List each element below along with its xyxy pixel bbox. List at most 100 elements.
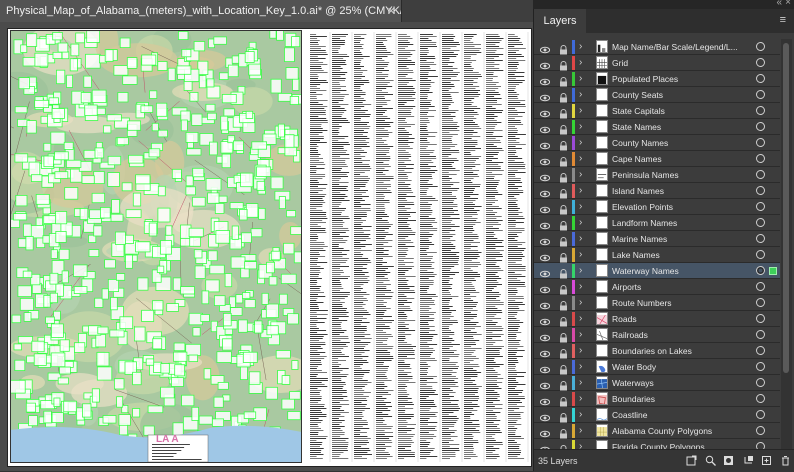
- layer-row[interactable]: ›Landform Names: [534, 215, 780, 231]
- visibility-eye-icon[interactable]: [540, 218, 550, 228]
- layer-name[interactable]: Peninsula Names: [612, 167, 752, 183]
- layer-name[interactable]: Island Names: [612, 183, 752, 199]
- target-circle-icon[interactable]: [756, 234, 765, 243]
- lock-icon[interactable]: [559, 362, 568, 372]
- layer-row[interactable]: › Marine Names: [534, 231, 780, 247]
- visibility-eye-icon[interactable]: [540, 282, 550, 292]
- lock-icon[interactable]: [559, 378, 568, 388]
- target-circle-icon[interactable]: [756, 298, 765, 307]
- layer-row[interactable]: › County Seats: [534, 87, 780, 103]
- expand-chevron-icon[interactable]: ›: [579, 424, 582, 438]
- lock-icon[interactable]: [559, 410, 568, 420]
- layer-name[interactable]: Coastline: [612, 407, 752, 423]
- expand-chevron-icon[interactable]: ›: [579, 40, 582, 54]
- lock-icon[interactable]: [559, 314, 568, 324]
- layer-row[interactable]: ›State Capitals: [534, 103, 780, 119]
- lock-icon[interactable]: [559, 154, 568, 164]
- layer-row[interactable]: ›Railroads: [534, 327, 780, 343]
- close-document-icon[interactable]: ×: [387, 0, 395, 22]
- target-circle-icon[interactable]: [756, 410, 765, 419]
- new-layer-icon[interactable]: [761, 455, 772, 466]
- visibility-eye-icon[interactable]: [540, 394, 550, 404]
- target-circle-icon[interactable]: [756, 330, 765, 339]
- visibility-eye-icon[interactable]: [540, 234, 550, 244]
- new-sublayer-icon[interactable]: [743, 455, 754, 466]
- lock-icon[interactable]: [559, 106, 568, 116]
- visibility-eye-icon[interactable]: [540, 298, 550, 308]
- target-circle-icon[interactable]: [756, 186, 765, 195]
- layer-name[interactable]: County Seats: [612, 87, 752, 103]
- layer-list-scrollbar[interactable]: [781, 39, 792, 454]
- expand-chevron-icon[interactable]: ›: [579, 248, 582, 262]
- target-circle-icon[interactable]: [756, 362, 765, 371]
- layer-name[interactable]: Elevation Points: [612, 199, 752, 215]
- layer-row[interactable]: ›Lake Names: [534, 247, 780, 263]
- layer-row[interactable]: ›Alabama County Polygons: [534, 423, 780, 439]
- expand-chevron-icon[interactable]: ›: [579, 232, 582, 246]
- visibility-eye-icon[interactable]: [540, 74, 550, 84]
- target-circle-icon[interactable]: [756, 426, 765, 435]
- layer-row[interactable]: ›Roads: [534, 311, 780, 327]
- lock-icon[interactable]: [559, 138, 568, 148]
- layer-row[interactable]: ›Boundaries: [534, 391, 780, 407]
- layer-row[interactable]: ›Elevation Points: [534, 199, 780, 215]
- target-circle-icon[interactable]: [756, 266, 765, 275]
- expand-chevron-icon[interactable]: ›: [579, 88, 582, 102]
- expand-chevron-icon[interactable]: ›: [579, 328, 582, 342]
- visibility-eye-icon[interactable]: [540, 170, 550, 180]
- visibility-eye-icon[interactable]: [540, 138, 550, 148]
- lock-icon[interactable]: [559, 330, 568, 340]
- expand-chevron-icon[interactable]: ›: [579, 168, 582, 182]
- document-tab[interactable]: Physical_Map_of_Alabama_(meters)_with_Lo…: [0, 0, 402, 22]
- visibility-eye-icon[interactable]: [540, 314, 550, 324]
- visibility-eye-icon[interactable]: [540, 250, 550, 260]
- make-clipping-mask-icon[interactable]: [723, 455, 734, 466]
- visibility-eye-icon[interactable]: [540, 42, 550, 52]
- target-circle-icon[interactable]: [756, 138, 765, 147]
- collect-for-export-icon[interactable]: [686, 455, 697, 466]
- lock-icon[interactable]: [559, 186, 568, 196]
- target-circle-icon[interactable]: [756, 154, 765, 163]
- layer-name[interactable]: Waterway Names: [612, 263, 752, 279]
- expand-chevron-icon[interactable]: ›: [579, 184, 582, 198]
- expand-chevron-icon[interactable]: ›: [579, 56, 582, 70]
- layer-name[interactable]: Waterways: [612, 375, 752, 391]
- target-circle-icon[interactable]: [756, 314, 765, 323]
- visibility-eye-icon[interactable]: [540, 378, 550, 388]
- layer-row[interactable]: ›Boundaries on Lakes: [534, 343, 780, 359]
- visibility-eye-icon[interactable]: [540, 346, 550, 356]
- map-artwork[interactable]: LA A: [10, 30, 302, 463]
- lock-icon[interactable]: [559, 266, 568, 276]
- layer-name[interactable]: Cape Names: [612, 151, 752, 167]
- layer-row[interactable]: ›Water Body: [534, 359, 780, 375]
- target-circle-icon[interactable]: [756, 250, 765, 259]
- expand-chevron-icon[interactable]: ›: [579, 360, 582, 374]
- lock-icon[interactable]: [559, 282, 568, 292]
- expand-chevron-icon[interactable]: ›: [579, 120, 582, 134]
- visibility-eye-icon[interactable]: [540, 426, 550, 436]
- target-circle-icon[interactable]: [756, 346, 765, 355]
- visibility-eye-icon[interactable]: [540, 122, 550, 132]
- close-panel-icon[interactable]: ×: [785, 0, 791, 8]
- layer-name[interactable]: Map Name/Bar Scale/Legend/L...: [612, 39, 752, 55]
- lock-icon[interactable]: [559, 298, 568, 308]
- scrollbar-thumb[interactable]: [783, 43, 789, 373]
- layer-name[interactable]: Marine Names: [612, 231, 752, 247]
- lock-icon[interactable]: [559, 234, 568, 244]
- lock-icon[interactable]: [559, 42, 568, 52]
- lock-icon[interactable]: [559, 74, 568, 84]
- layer-name[interactable]: County Names: [612, 135, 752, 151]
- layer-name[interactable]: Airports: [612, 279, 752, 295]
- layer-row[interactable]: › Peninsula Names: [534, 167, 780, 183]
- lock-icon[interactable]: [559, 346, 568, 356]
- layer-row[interactable]: › Island Names: [534, 183, 780, 199]
- lock-icon[interactable]: [559, 58, 568, 68]
- layer-name[interactable]: Roads: [612, 311, 752, 327]
- collapse-panels-icon[interactable]: «: [776, 0, 782, 8]
- visibility-eye-icon[interactable]: [540, 362, 550, 372]
- layer-name[interactable]: Boundaries: [612, 391, 752, 407]
- visibility-eye-icon[interactable]: [540, 202, 550, 212]
- layer-row[interactable]: ›State Names: [534, 119, 780, 135]
- expand-chevron-icon[interactable]: ›: [579, 280, 582, 294]
- selection-indicator[interactable]: [769, 267, 777, 275]
